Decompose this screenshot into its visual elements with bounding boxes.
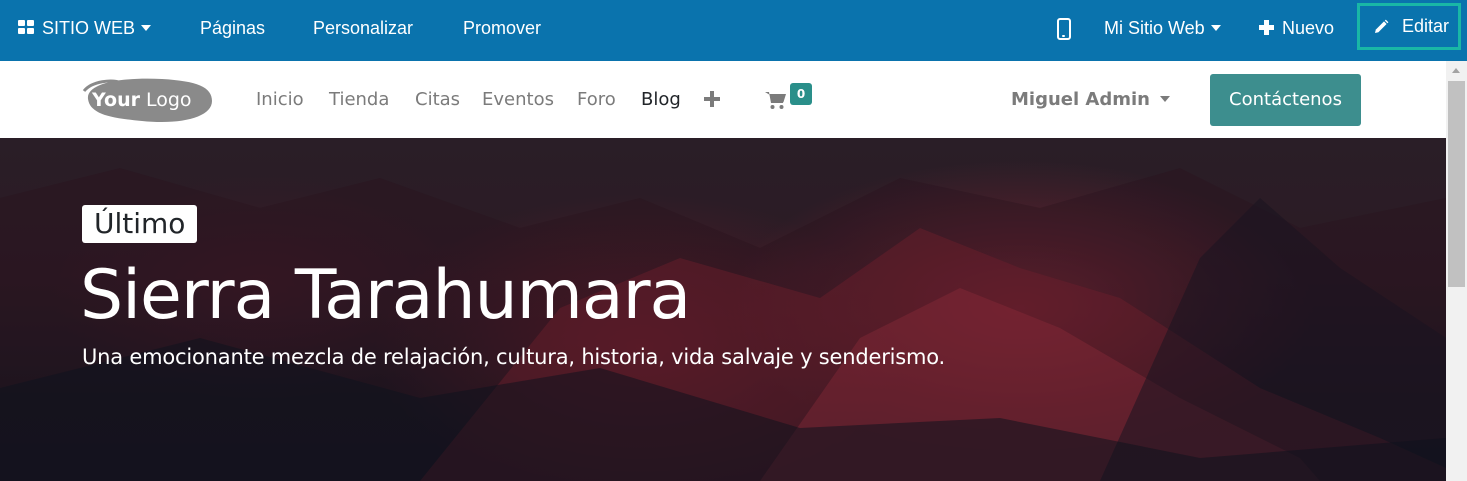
nav-link-citas[interactable]: Citas xyxy=(415,61,460,138)
user-menu[interactable]: Miguel Admin xyxy=(1011,61,1170,138)
cart-count-badge: 0 xyxy=(790,83,812,105)
contact-us-button[interactable]: Contáctenos xyxy=(1210,74,1361,126)
logo-word-your: Your xyxy=(91,89,141,111)
edit-button-label: Editar xyxy=(1402,16,1450,36)
nav-link-inicio[interactable]: Inicio xyxy=(256,61,304,138)
hero-banner: Último Sierra Tarahumara Una emocionante… xyxy=(0,138,1446,481)
logo-word-logo: Logo xyxy=(146,89,192,111)
user-name: Miguel Admin xyxy=(1011,89,1150,110)
edit-button[interactable]: Editar xyxy=(1357,3,1461,50)
website-apps-menu[interactable]: SITIO WEB xyxy=(18,0,152,57)
menu-paginas[interactable]: Páginas xyxy=(200,0,265,57)
new-button[interactable]: Nuevo xyxy=(1259,0,1334,57)
site-navbar: Your Logo Inicio Tienda Citas Eventos Fo… xyxy=(0,61,1446,138)
pencil-icon xyxy=(1375,19,1389,33)
scroll-up-arrow-icon[interactable] xyxy=(1452,68,1460,73)
website-selector-label: Mi Sitio Web xyxy=(1104,18,1205,38)
nav-link-foro[interactable]: Foro xyxy=(577,61,616,138)
menu-personalizar[interactable]: Personalizar xyxy=(313,0,413,57)
add-menu-item-icon[interactable] xyxy=(704,91,720,107)
caret-down-icon xyxy=(141,25,152,32)
vertical-scrollbar[interactable] xyxy=(1446,61,1467,481)
site-logo[interactable]: Your Logo xyxy=(82,73,213,125)
hero-badge: Último xyxy=(82,205,198,243)
caret-down-icon xyxy=(1159,96,1170,102)
menu-promover[interactable]: Promover xyxy=(463,0,541,57)
nav-link-blog[interactable]: Blog xyxy=(641,61,681,138)
apps-icon xyxy=(18,20,34,35)
cart-icon[interactable] xyxy=(765,90,787,110)
plus-icon xyxy=(1259,19,1274,35)
hero-subtitle: Una emocionante mezcla de relajación, cu… xyxy=(82,345,946,369)
mobile-preview-icon[interactable] xyxy=(1057,18,1071,40)
website-selector[interactable]: Mi Sitio Web xyxy=(1104,0,1221,57)
apps-menu-label: SITIO WEB xyxy=(42,18,136,38)
new-button-label: Nuevo xyxy=(1282,18,1335,38)
scrollbar-thumb[interactable] xyxy=(1448,81,1465,287)
caret-down-icon xyxy=(1210,25,1221,32)
admin-top-bar: SITIO WEB Páginas Personalizar Promover … xyxy=(0,0,1467,61)
hero-title: Sierra Tarahumara xyxy=(80,256,691,335)
nav-link-eventos[interactable]: Eventos xyxy=(482,61,554,138)
nav-link-tienda[interactable]: Tienda xyxy=(329,61,389,138)
